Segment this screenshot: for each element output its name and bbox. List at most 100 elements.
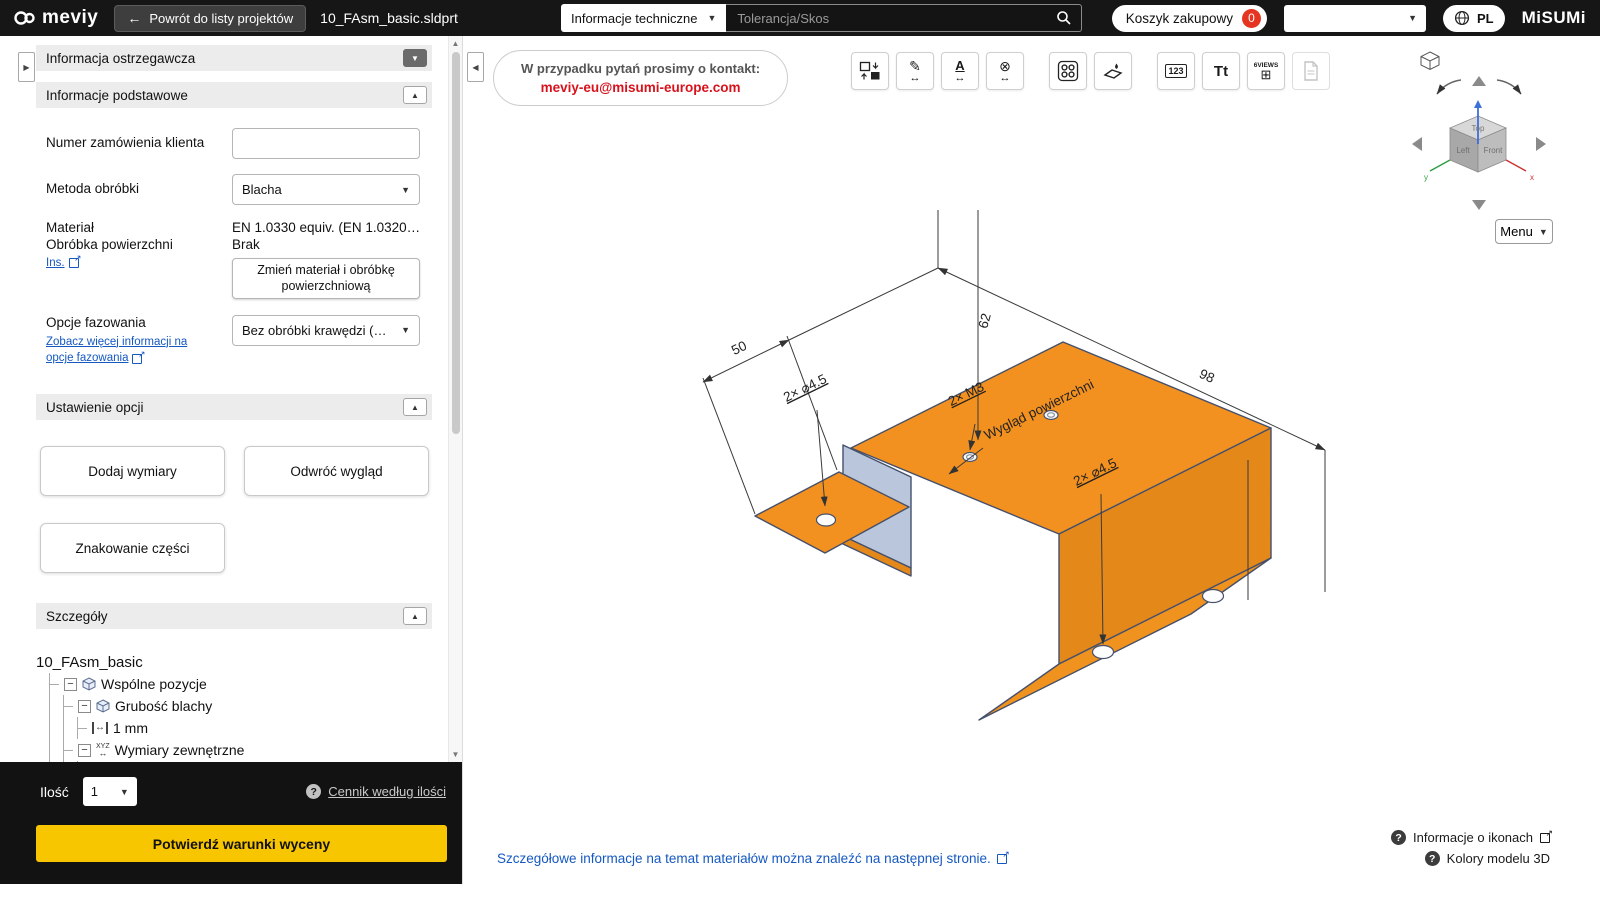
dim-98[interactable]: 98 — [1197, 366, 1217, 386]
confirm-quote-button[interactable]: Potwierdź warunki wyceny — [36, 825, 447, 862]
cube-face-front[interactable]: Front — [1484, 146, 1503, 155]
section-details-toggle[interactable]: ▲ — [403, 607, 427, 625]
delete-dimension-icon[interactable]: ⊗↔ — [986, 52, 1024, 90]
search-input[interactable] — [735, 10, 1056, 27]
file-name: 10_FAsm_basic.sldprt — [320, 10, 458, 26]
six-views-icon[interactable]: 6VIEWS⊞ — [1247, 52, 1285, 90]
dim-50[interactable]: 50 — [729, 338, 749, 358]
project-select[interactable]: ▼ — [1284, 5, 1426, 32]
cube-face-left[interactable]: Left — [1456, 146, 1470, 155]
dim-dia45-left[interactable]: 2× ⌀4.5 — [781, 371, 829, 405]
option-buttons: Dodaj wymiary Odwróć wygląd Znakowanie c… — [40, 446, 432, 573]
language-button[interactable]: PL — [1443, 5, 1505, 32]
viewport-collapse-handle[interactable]: ◀ — [467, 52, 484, 82]
collapse-box-icon[interactable]: − — [78, 700, 91, 713]
replace-view-glyph — [859, 60, 881, 82]
add-dimensions-button[interactable]: Dodaj wymiary — [40, 446, 225, 496]
rotate-up-icon[interactable] — [1472, 76, 1486, 86]
body-area: ▶ Informacja ostrzegawcza ▼ Informacje p… — [0, 36, 1600, 884]
left-flange-hole[interactable] — [817, 514, 836, 526]
method-select[interactable]: Blacha ▼ — [232, 174, 420, 205]
cube-face-top[interactable]: Top — [1472, 124, 1485, 133]
scrollbar-thumb[interactable] — [452, 52, 460, 434]
collapse-box-icon[interactable]: − — [64, 678, 77, 691]
change-material-button[interactable]: Zmień materiał i obróbkę powierzchniową — [232, 258, 420, 299]
surface-finish-icon[interactable] — [1094, 52, 1132, 90]
search-icon[interactable] — [1056, 10, 1072, 26]
3d-viewport[interactable]: ◀ W przypadku pytań prosimy o kontakt: m… — [462, 36, 1600, 884]
tree-connector — [64, 750, 73, 751]
tree-connector — [50, 684, 59, 685]
quantity-value: 1 — [91, 784, 98, 799]
chamfer-info-link[interactable]: Zobacz więcej informacji na — [46, 335, 187, 349]
pricing-by-quantity-link[interactable]: ? Cennik według ilości — [306, 784, 446, 799]
surface-value: Brak — [232, 237, 260, 252]
contact-email[interactable]: meviy-eu@misumi-europe.com — [521, 80, 760, 95]
replace-view-icon[interactable] — [851, 52, 889, 90]
rotate-down-icon[interactable] — [1472, 200, 1486, 210]
technical-info-select[interactable]: Informacje techniczne ▼ — [561, 4, 726, 32]
rotate-left-icon[interactable] — [1437, 80, 1461, 94]
pan-right-icon[interactable] — [1536, 137, 1546, 151]
part-marking-button[interactable]: Znakowanie części — [40, 523, 225, 573]
viewer-menu-button[interactable]: Menu ▼ — [1495, 219, 1553, 244]
sheet-metal-part[interactable] — [755, 342, 1271, 720]
quantity-select[interactable]: 1 ▼ — [83, 777, 137, 806]
annotation-text-icon[interactable]: Tt — [1202, 52, 1240, 90]
search-group: Informacje techniczne ▼ — [561, 4, 1082, 32]
tree-node-1mm[interactable]: ↔ 1 mm — [78, 717, 432, 739]
tolerance-123-icon[interactable]: 123 — [1157, 52, 1195, 90]
tree-root[interactable]: 10_FAsm_basic — [36, 651, 432, 673]
sidebar-scrollbar[interactable]: ▲ ▼ — [448, 36, 462, 762]
section-options-header[interactable]: Ustawienie opcji ▲ — [36, 394, 432, 420]
cart-button[interactable]: Koszyk zakupowy 0 — [1112, 5, 1267, 32]
section-warning-title: Informacja ostrzegawcza — [46, 51, 195, 66]
order-number-input[interactable] — [232, 128, 420, 159]
sidebar-expand-handle[interactable]: ▶ — [18, 52, 35, 82]
chevron-down-icon: ▼ — [1408, 13, 1417, 23]
section-basic-header[interactable]: Informacje podstawowe ▲ — [36, 82, 432, 108]
rotate-right-icon[interactable] — [1497, 80, 1521, 94]
icon-info-link[interactable]: ? Informacje o ikonach — [1391, 830, 1550, 845]
draw-dimension-icon[interactable]: ✎↔ — [896, 52, 934, 90]
back-to-projects-button[interactable]: ← Powrót do listy projektów — [114, 5, 306, 32]
section-options-toggle[interactable]: ▲ — [403, 398, 427, 416]
sidebar-footer: Ilość 1 ▼ ? Cennik według ilości Potwier… — [0, 762, 462, 884]
xyz-dimensions-icon: XYZ↔ — [96, 744, 110, 756]
base-hole-1[interactable] — [1093, 646, 1114, 659]
meviy-logo[interactable]: meviy — [12, 7, 98, 29]
material-row: Materiał EN 1.0330 equiv. (EN 1.0320… — [36, 220, 432, 235]
section-basic-toggle[interactable]: ▲ — [403, 86, 427, 104]
ins-link[interactable]: Ins. — [46, 257, 79, 269]
collapse-box-icon[interactable]: − — [78, 744, 91, 757]
scroll-up-icon[interactable]: ▲ — [449, 39, 462, 48]
section-details-header[interactable]: Szczegóły ▲ — [36, 603, 432, 629]
chamfer-select[interactable]: Bez obróbki krawędzi (… ▼ — [232, 315, 420, 346]
technical-info-label: Informacje techniczne — [571, 11, 697, 26]
tree-label: 1 mm — [113, 720, 148, 736]
tree-node-common[interactable]: − Wspólne pozycje — [50, 673, 432, 695]
base-hole-2[interactable] — [1203, 590, 1224, 603]
pan-left-icon[interactable] — [1412, 137, 1422, 151]
hole-info-icon[interactable] — [1049, 52, 1087, 90]
tree-node-outer-dims[interactable]: − XYZ↔ Wymiary zewnętrzne — [64, 739, 432, 761]
section-warning-toggle[interactable]: ▼ — [403, 49, 427, 67]
chamfer-info-link-2[interactable]: opcje fazowania — [46, 351, 142, 365]
order-number-label: Numer zamówienia klienta — [36, 128, 232, 150]
globe-icon — [1454, 10, 1470, 26]
x-axis — [1506, 160, 1526, 171]
dim-62[interactable]: 62 — [975, 312, 993, 330]
topbar-right: Koszyk zakupowy 0 ▼ PL MiSUMi — [1112, 4, 1590, 32]
model-colors-link[interactable]: ? Kolory modelu 3D — [1425, 851, 1550, 866]
tree-node-thickness[interactable]: − Grubość blachy — [64, 695, 432, 717]
section-warning-header[interactable]: Informacja ostrzegawcza ▼ — [36, 45, 432, 71]
view-cube-widget[interactable]: Top Left Front y x — [1406, 48, 1556, 218]
external-link-icon — [132, 354, 142, 364]
dimension-text-icon[interactable]: A↔ — [941, 52, 979, 90]
scroll-down-icon[interactable]: ▼ — [449, 750, 462, 759]
external-link-icon — [69, 258, 79, 268]
document-glyph — [1301, 60, 1321, 82]
material-details-link[interactable]: Szczegółowe informacje na temat materiał… — [497, 851, 1007, 866]
flip-appearance-button[interactable]: Odwróć wygląd — [244, 446, 429, 496]
wire-cube-icon[interactable] — [1421, 52, 1439, 70]
